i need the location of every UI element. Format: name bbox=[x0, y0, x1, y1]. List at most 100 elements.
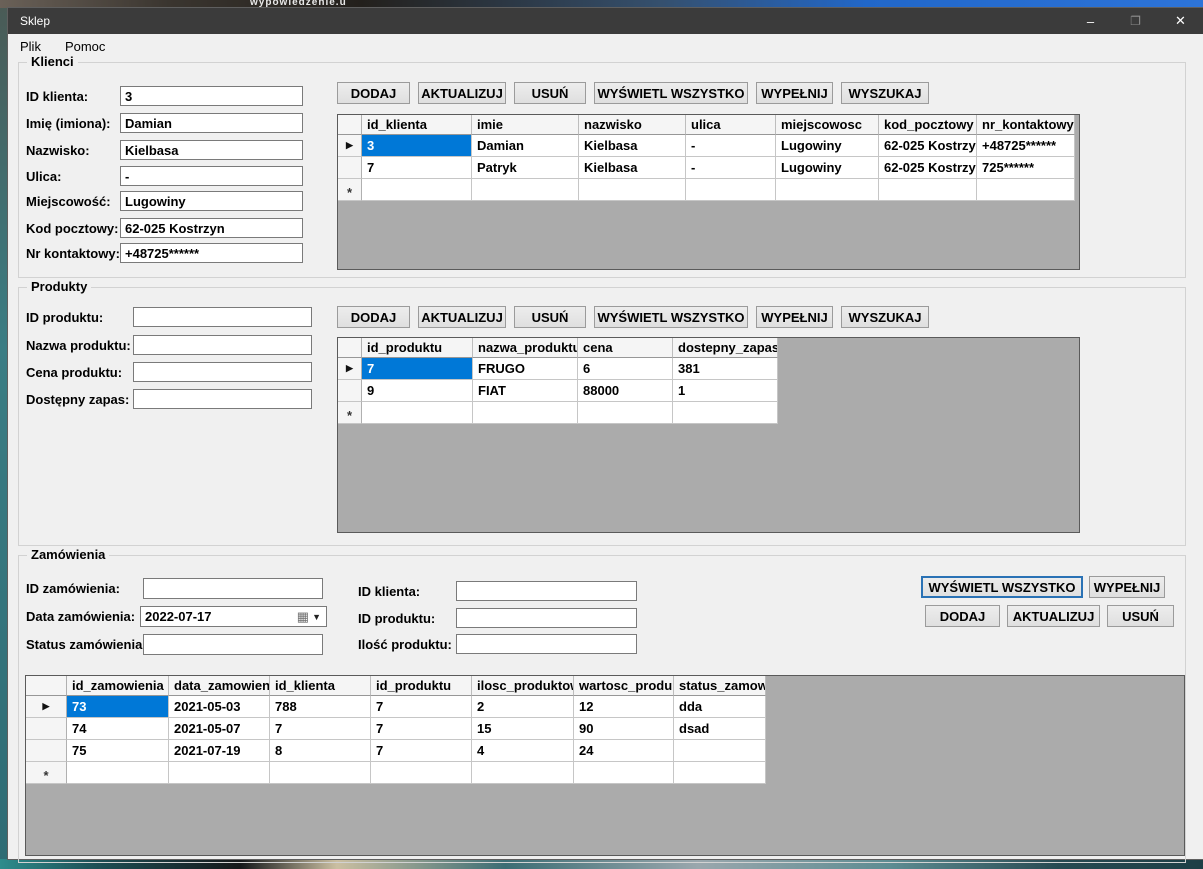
produkty-wy-wietl-wszystko-button[interactable]: WYŚWIETL WSZYSTKO bbox=[594, 306, 748, 328]
klienci-column-header-imie[interactable]: imie bbox=[472, 115, 579, 135]
zamowienia-data-zamowienia-datepicker[interactable]: ▦▼ bbox=[140, 606, 327, 627]
klienci-table-cell[interactable]: 62-025 Kostrzyn bbox=[879, 157, 977, 179]
zamowienia-column-header-data_zamowienia[interactable]: data_zamowienia bbox=[169, 676, 270, 696]
zamowienia-usu--button[interactable]: USUŃ bbox=[1107, 605, 1174, 627]
produkty-dodaj-button[interactable]: DODAJ bbox=[337, 306, 410, 328]
zamowienia-table-cell[interactable] bbox=[574, 762, 674, 784]
zamowienia-table-cell[interactable]: 24 bbox=[574, 740, 674, 762]
klienci-table-cell[interactable]: 725****** bbox=[977, 157, 1075, 179]
zamowienia-id-produktu-input[interactable] bbox=[456, 608, 637, 628]
produkty-column-header-nazwa_produktu[interactable]: nazwa_produktu bbox=[473, 338, 578, 358]
zamowienia-table-cell[interactable]: 2021-05-03 bbox=[169, 696, 270, 718]
produkty-column-header-dostepny_zapas[interactable]: dostepny_zapas bbox=[673, 338, 778, 358]
produkty-id-produktu-input[interactable] bbox=[133, 307, 312, 327]
zamowienia-dodaj-button[interactable]: DODAJ bbox=[925, 605, 1000, 627]
klienci-table-cell[interactable]: Patryk bbox=[472, 157, 579, 179]
zamowienia-ilosc-produktu-input[interactable] bbox=[456, 634, 637, 654]
klienci-table-cell[interactable] bbox=[472, 179, 579, 201]
zamowienia-row-header[interactable]: ▶ bbox=[26, 696, 67, 718]
klienci-table-cell[interactable]: Kielbasa bbox=[579, 135, 686, 157]
zamowienia-column-header-wartosc_produktu[interactable]: wartosc_produktu bbox=[574, 676, 674, 696]
produkty-table-cell[interactable]: 7 bbox=[362, 358, 473, 380]
zamowienia-table-cell[interactable] bbox=[270, 762, 371, 784]
zamowienia-table-cell[interactable]: 2021-05-07 bbox=[169, 718, 270, 740]
klienci-table-cell[interactable]: +48725****** bbox=[977, 135, 1075, 157]
produkty-grid-corner-cell[interactable] bbox=[338, 338, 362, 358]
zamowienia-table-cell[interactable]: 7 bbox=[270, 718, 371, 740]
zamowienia-table-cell[interactable] bbox=[371, 762, 472, 784]
produkty-aktualizuj-button[interactable]: AKTUALIZUJ bbox=[418, 306, 506, 328]
klienci-table-cell[interactable]: Damian bbox=[472, 135, 579, 157]
zamowienia-table-cell[interactable] bbox=[674, 762, 766, 784]
klienci-column-header-miejscowosc[interactable]: miejscowosc bbox=[776, 115, 879, 135]
zamowienia-table-cell[interactable] bbox=[674, 740, 766, 762]
zamowienia-table-cell[interactable] bbox=[472, 762, 574, 784]
produkty-table-cell[interactable]: 6 bbox=[578, 358, 673, 380]
zamowienia-table-cell[interactable] bbox=[67, 762, 169, 784]
zamowienia-table-cell[interactable]: 7 bbox=[371, 696, 472, 718]
zamowienia-status-zamowienia-input[interactable] bbox=[143, 634, 323, 655]
zamowienia-table-cell[interactable]: 7 bbox=[371, 740, 472, 762]
zamowienia-row-header[interactable] bbox=[26, 740, 67, 762]
produkty-new-row-header[interactable]: * bbox=[338, 402, 362, 424]
close-button[interactable]: ✕ bbox=[1158, 8, 1203, 34]
zamowienia-id-klienta-input[interactable] bbox=[456, 581, 637, 601]
klienci-table-cell[interactable] bbox=[776, 179, 879, 201]
klienci-miejscowosc-input[interactable] bbox=[120, 191, 303, 211]
klienci-id-klienta-input[interactable] bbox=[120, 86, 303, 106]
klienci-wyszukaj-button[interactable]: WYSZUKAJ bbox=[841, 82, 929, 104]
produkty-column-header-id_produktu[interactable]: id_produktu bbox=[362, 338, 473, 358]
klienci-column-header-nr_kontaktowy[interactable]: nr_kontaktowy bbox=[977, 115, 1075, 135]
produkty-table-cell[interactable]: FRUGO bbox=[473, 358, 578, 380]
klienci-ulica-input[interactable] bbox=[120, 166, 303, 186]
klienci-new-row-header[interactable]: * bbox=[338, 179, 362, 201]
klienci-table-cell[interactable] bbox=[879, 179, 977, 201]
zamowienia-new-row-header[interactable]: * bbox=[26, 762, 67, 784]
klienci-column-header-id_klienta[interactable]: id_klienta bbox=[362, 115, 472, 135]
zamowienia-table-cell[interactable]: 7 bbox=[371, 718, 472, 740]
produkty-row-header[interactable]: ▶ bbox=[338, 358, 362, 380]
zamowienia-table-cell[interactable]: 8 bbox=[270, 740, 371, 762]
zamowienia-wype-nij-button[interactable]: WYPEŁNIJ bbox=[1089, 576, 1165, 598]
klienci-column-header-nazwisko[interactable]: nazwisko bbox=[579, 115, 686, 135]
zamowienia-id-zamowienia-input[interactable] bbox=[143, 578, 323, 599]
dropdown-arrow-icon[interactable]: ▼ bbox=[309, 612, 326, 622]
zamowienia-row-header[interactable] bbox=[26, 718, 67, 740]
produkty-column-header-cena[interactable]: cena bbox=[578, 338, 673, 358]
klienci-table-cell[interactable]: Lugowiny bbox=[776, 135, 879, 157]
zamowienia-table-cell[interactable]: dsad bbox=[674, 718, 766, 740]
zamowienia-data-zamowienia-input[interactable] bbox=[141, 609, 297, 624]
zamowienia-table-cell[interactable]: 4 bbox=[472, 740, 574, 762]
zamowienia-wy-wietl-wszystko-button[interactable]: WYŚWIETL WSZYSTKO bbox=[921, 576, 1083, 598]
zamowienia-grid-corner-cell[interactable] bbox=[26, 676, 67, 696]
klienci-table-cell[interactable]: - bbox=[686, 157, 776, 179]
produkty-cena-produktu-input[interactable] bbox=[133, 362, 312, 382]
zamowienia-column-header-id_zamowienia[interactable]: id_zamowienia bbox=[67, 676, 169, 696]
produkty-table-cell[interactable] bbox=[578, 402, 673, 424]
klienci-wy-wietl-wszystko-button[interactable]: WYŚWIETL WSZYSTKO bbox=[594, 82, 748, 104]
klienci-table-cell[interactable] bbox=[579, 179, 686, 201]
klienci-table-cell[interactable] bbox=[362, 179, 472, 201]
produkty-table-cell[interactable]: 1 bbox=[673, 380, 778, 402]
zamowienia-aktualizuj-button[interactable]: AKTUALIZUJ bbox=[1007, 605, 1100, 627]
minimize-button[interactable]: – bbox=[1068, 8, 1113, 34]
klienci-nazwisko-input[interactable] bbox=[120, 140, 303, 160]
klienci-kod-pocztowy-input[interactable] bbox=[120, 218, 303, 238]
zamowienia-table-cell[interactable]: 73 bbox=[67, 696, 169, 718]
produkty-row-header[interactable] bbox=[338, 380, 362, 402]
klienci-grid-corner-cell[interactable] bbox=[338, 115, 362, 135]
klienci-aktualizuj-button[interactable]: AKTUALIZUJ bbox=[418, 82, 506, 104]
zamowienia-table-cell[interactable]: 75 bbox=[67, 740, 169, 762]
calendar-icon[interactable]: ▦ bbox=[297, 610, 309, 623]
klienci-imie-input[interactable] bbox=[120, 113, 303, 133]
produkty-table-cell[interactable]: 9 bbox=[362, 380, 473, 402]
zamowienia-table-cell[interactable] bbox=[169, 762, 270, 784]
produkty-usu--button[interactable]: USUŃ bbox=[514, 306, 586, 328]
klienci-column-header-kod_pocztowy[interactable]: kod_pocztowy bbox=[879, 115, 977, 135]
zamowienia-table-cell[interactable]: 788 bbox=[270, 696, 371, 718]
zamowienia-column-header-status_zamowienia[interactable]: status_zamowienia bbox=[674, 676, 766, 696]
produkty-dostepny-zapas-input[interactable] bbox=[133, 389, 312, 409]
klienci-table-cell[interactable] bbox=[977, 179, 1075, 201]
klienci-table-cell[interactable]: 7 bbox=[362, 157, 472, 179]
zamowienia-table-cell[interactable]: dda bbox=[674, 696, 766, 718]
